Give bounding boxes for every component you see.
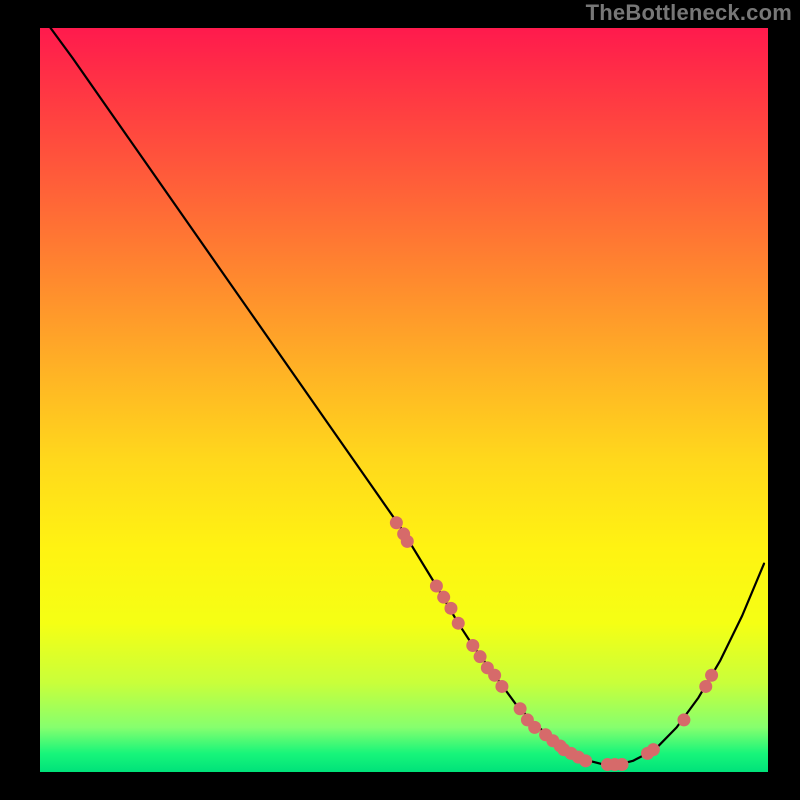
- curve-marker: [390, 516, 403, 529]
- curve-marker: [528, 721, 541, 734]
- curve-marker: [466, 639, 479, 652]
- bottleneck-curve: [51, 28, 764, 765]
- curve-marker: [401, 535, 414, 548]
- curve-marker: [474, 650, 487, 663]
- curve-marker: [647, 743, 660, 756]
- curve-marker: [705, 669, 718, 682]
- curve-marker: [430, 580, 443, 593]
- curve-marker: [616, 758, 629, 771]
- curve-marker: [495, 680, 508, 693]
- curve-marker: [444, 602, 457, 615]
- chart-overlay: [36, 28, 768, 776]
- curve-marker: [437, 591, 450, 604]
- curve-marker: [514, 702, 527, 715]
- curve-markers: [390, 516, 718, 771]
- watermark-text: TheBottleneck.com: [586, 0, 792, 26]
- chart-container: TheBottleneck.com: [0, 0, 800, 800]
- curve-marker: [699, 680, 712, 693]
- curve-marker: [452, 617, 465, 630]
- curve-marker: [488, 669, 501, 682]
- curve-marker: [677, 713, 690, 726]
- curve-marker: [579, 754, 592, 767]
